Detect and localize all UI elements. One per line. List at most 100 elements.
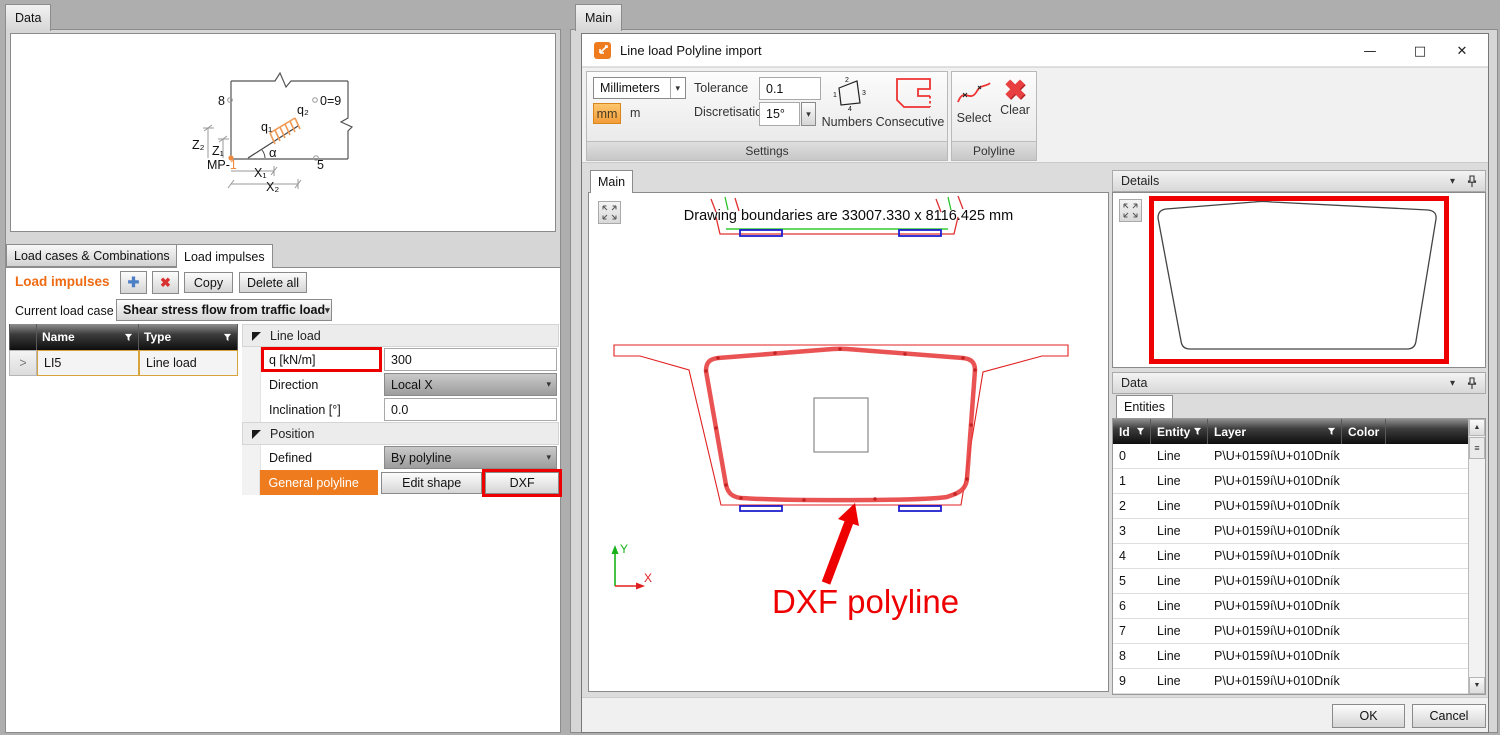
details-view[interactable]: [1112, 192, 1486, 368]
close-button[interactable]: ✕: [1446, 39, 1478, 63]
filter-icon[interactable]: [223, 333, 232, 342]
filter-icon[interactable]: [124, 333, 133, 342]
tab-canvas-main[interactable]: Main: [590, 170, 634, 193]
entity-type-cell: Line: [1157, 499, 1181, 513]
dialog-titlebar[interactable]: Line load Polyline import — □ ✕: [582, 34, 1488, 67]
group-position[interactable]: Position: [242, 422, 559, 445]
maximize-button[interactable]: □: [1404, 39, 1436, 63]
entity-type-cell: Line: [1157, 624, 1181, 638]
caret-down-icon: ▾: [325, 304, 330, 315]
defined-select[interactable]: By polyline ▾: [384, 446, 557, 469]
impulse-type-cell[interactable]: Line load: [139, 350, 238, 376]
caret-down-icon[interactable]: ▾: [1450, 176, 1455, 187]
diagram-label-x2: X₂: [266, 180, 279, 194]
tab-main[interactable]: Main: [575, 4, 623, 31]
entity-row[interactable]: 0 Line P\U+0159í\U+010Dník: [1113, 444, 1468, 469]
dxf-button[interactable]: DXF: [482, 468, 562, 497]
units-select[interactable]: Millimeters ▾: [593, 77, 686, 99]
add-impulse-button[interactable]: ✚: [120, 271, 147, 294]
copy-button[interactable]: Copy: [184, 272, 233, 293]
settings-group: Millimeters ▾ mm m Tolerance 0.1 Discret…: [586, 71, 948, 161]
direction-label: Direction: [261, 372, 382, 397]
tolerance-input[interactable]: 0.1: [759, 77, 821, 100]
tolerance-label: Tolerance: [694, 81, 749, 95]
axis-y-label: Y: [620, 542, 628, 556]
entity-row[interactable]: 7 Line P\U+0159í\U+010Dník: [1113, 619, 1468, 644]
entity-id-cell: 7: [1119, 624, 1126, 638]
consecutive-button[interactable]: Consecutive: [875, 75, 945, 141]
filter-icon[interactable]: [1136, 427, 1145, 436]
tab-load-impulses[interactable]: Load impulses: [176, 244, 273, 268]
inclination-input[interactable]: 0.0: [384, 398, 557, 421]
entity-row[interactable]: 6 Line P\U+0159í\U+010Dník: [1113, 594, 1468, 619]
column-header-id[interactable]: Id: [1113, 419, 1151, 444]
minimize-button[interactable]: —: [1354, 39, 1386, 63]
scroll-thumb[interactable]: ≡: [1469, 437, 1485, 459]
tab-load-cases-combinations[interactable]: Load cases & Combinations: [6, 244, 178, 267]
current-load-case-label: Current load case: [15, 304, 114, 318]
mm-toggle[interactable]: mm: [593, 103, 621, 124]
entity-layer-cell: P\U+0159í\U+010Dník: [1214, 574, 1340, 588]
clear-button[interactable]: ✖ Clear: [995, 74, 1035, 140]
details-header[interactable]: Details ▾: [1112, 170, 1486, 192]
entity-layer-cell: P\U+0159í\U+010Dník: [1214, 524, 1340, 538]
tab-entities[interactable]: Entities: [1116, 395, 1173, 418]
group-line-load[interactable]: Line load: [242, 324, 559, 347]
column-header-layer[interactable]: Layer: [1208, 419, 1342, 444]
edit-shape-button[interactable]: Edit shape: [381, 471, 483, 494]
entity-type-cell: Line: [1157, 524, 1181, 538]
entity-row[interactable]: 1 Line P\U+0159í\U+010Dník: [1113, 469, 1468, 494]
scroll-up-button[interactable]: ▲: [1469, 419, 1485, 436]
column-header-name[interactable]: Name: [37, 324, 139, 350]
discretisation-spinner[interactable]: ▾: [801, 102, 816, 126]
impulse-row[interactable]: > LI5 Line load: [9, 350, 238, 376]
scroll-down-button[interactable]: ▼: [1469, 677, 1485, 694]
entity-type-cell: Line: [1157, 449, 1181, 463]
entities-scrollbar[interactable]: ▲ ≡ ▼: [1468, 419, 1485, 694]
delete-all-button[interactable]: Delete all: [239, 272, 307, 293]
entity-row[interactable]: 4 Line P\U+0159í\U+010Dník: [1113, 544, 1468, 569]
entity-row[interactable]: 9 Line P\U+0159í\U+010Dník: [1113, 669, 1468, 694]
entity-row[interactable]: 3 Line P\U+0159í\U+010Dník: [1113, 519, 1468, 544]
caret-down-icon[interactable]: ▾: [1450, 378, 1455, 389]
data-header[interactable]: Data ▾: [1112, 372, 1486, 394]
fit-view-button[interactable]: [1119, 199, 1142, 222]
numbers-icon: 1 2 3 4: [833, 77, 866, 113]
entity-row[interactable]: 2 Line P\U+0159í\U+010Dník: [1113, 494, 1468, 519]
diagram-label-mp: MP-1: [207, 158, 237, 172]
load-impulses-content: Load impulses ✚ ✖ Copy Delete all Curren…: [6, 267, 562, 732]
delete-impulse-button[interactable]: ✖: [152, 271, 179, 294]
bearing-pad-left: [739, 505, 783, 512]
row-selector[interactable]: >: [9, 350, 37, 376]
caret-down-icon: ▾: [806, 108, 811, 119]
numbers-button[interactable]: 1234 Numbers: [821, 75, 873, 141]
select-button[interactable]: Select: [953, 76, 995, 140]
direction-select[interactable]: Local X ▾: [384, 373, 557, 396]
pin-icon[interactable]: [1467, 174, 1477, 188]
prop-row-q: q [kN/m] 300: [242, 347, 559, 372]
cancel-button[interactable]: Cancel: [1412, 704, 1486, 728]
filter-icon[interactable]: [1327, 427, 1336, 436]
filter-icon[interactable]: [1193, 427, 1202, 436]
column-header-entity[interactable]: Entity: [1151, 419, 1208, 444]
ok-button[interactable]: OK: [1332, 704, 1405, 728]
collapse-icon: [252, 430, 261, 439]
diagram-label-z2: Z₂: [192, 138, 205, 152]
column-header-color[interactable]: Color: [1342, 419, 1386, 444]
column-header-type[interactable]: Type: [139, 324, 238, 350]
entity-layer-cell: P\U+0159í\U+010Dník: [1214, 649, 1340, 663]
dxf-polyline-shape[interactable]: [703, 346, 978, 503]
entity-row[interactable]: 8 Line P\U+0159í\U+010Dník: [1113, 644, 1468, 669]
q-input[interactable]: 300: [384, 348, 557, 371]
section-outline: [613, 344, 1069, 506]
entity-type-cell: Line: [1157, 574, 1181, 588]
current-load-case-select[interactable]: Shear stress flow from traffic load ▾: [116, 299, 332, 321]
tab-data[interactable]: Data: [5, 4, 52, 31]
pin-icon[interactable]: [1467, 376, 1477, 390]
entity-row[interactable]: 5 Line P\U+0159í\U+010Dník: [1113, 569, 1468, 594]
drawing-canvas[interactable]: Y X Drawing boundaries are 33007.330 x 8…: [588, 192, 1109, 692]
discretisation-input[interactable]: 15°: [759, 102, 800, 126]
m-toggle[interactable]: m: [630, 106, 640, 120]
impulse-name-cell[interactable]: LI5: [37, 350, 139, 376]
annotation-arrow: [821, 503, 859, 585]
